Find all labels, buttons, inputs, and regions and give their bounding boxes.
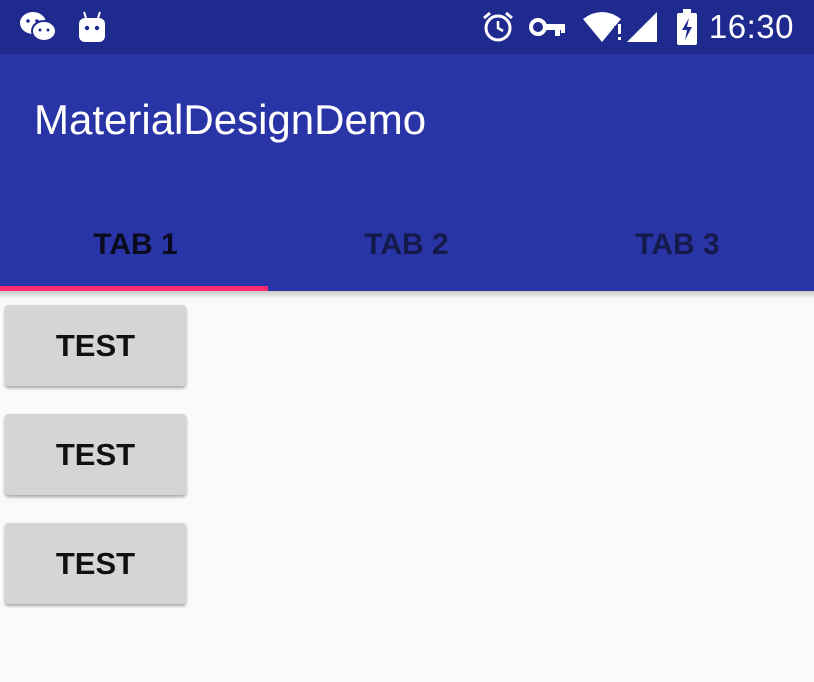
tab-2[interactable]: TAB 2 — [271, 198, 542, 291]
android-icon — [76, 0, 108, 54]
wechat-icon — [16, 0, 60, 54]
app-bar-shadow — [0, 291, 814, 299]
wifi-icon — [580, 0, 624, 54]
signal-icon — [624, 0, 660, 54]
status-time: 16:30 — [708, 8, 794, 45]
test-button[interactable]: TEST — [5, 414, 186, 495]
test-button[interactable]: TEST — [5, 523, 186, 604]
page-title: MaterialDesignDemo — [34, 96, 427, 143]
battery-charging-icon — [674, 0, 700, 54]
tab-bar: TAB 1 TAB 2 TAB 3 — [0, 198, 814, 291]
tab-3[interactable]: TAB 3 — [542, 198, 813, 291]
status-bar: 16:30 — [0, 0, 814, 54]
alarm-icon — [480, 0, 516, 54]
tab-1[interactable]: TAB 1 — [0, 198, 271, 291]
test-button[interactable]: TEST — [5, 305, 186, 386]
vpn-key-icon — [528, 0, 568, 54]
app-bar: MaterialDesignDemo TAB 1 TAB 2 TAB 3 — [0, 54, 814, 291]
